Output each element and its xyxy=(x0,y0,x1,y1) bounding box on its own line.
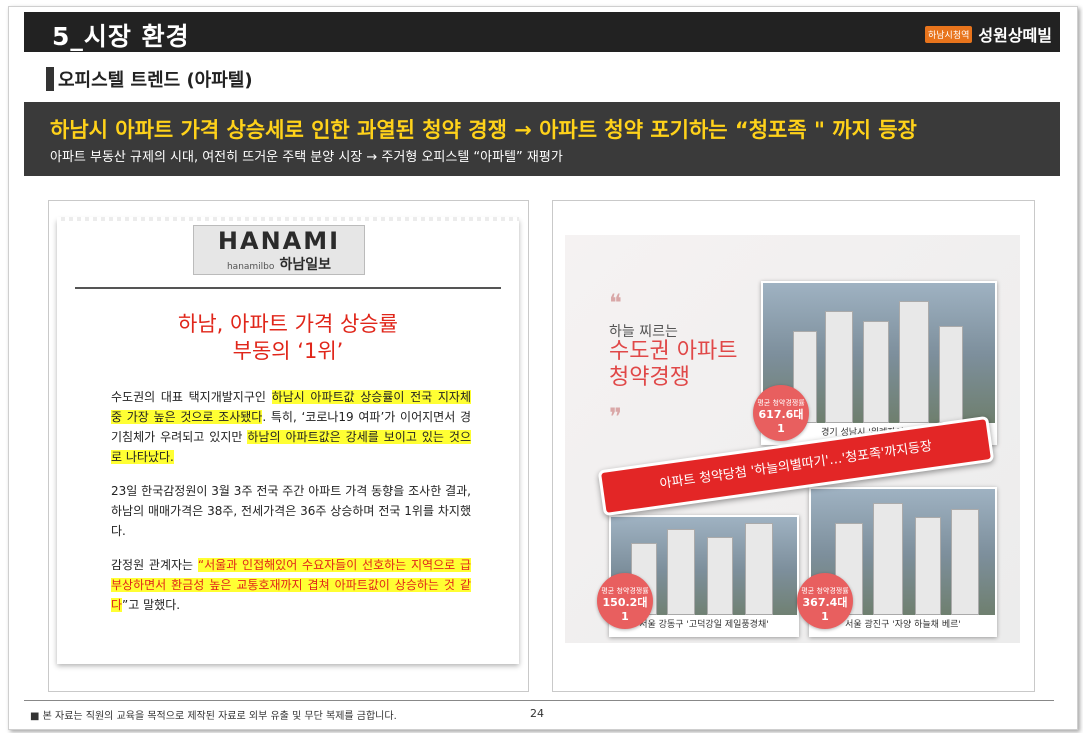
rate-badge-1: 평균 청약경쟁률 617.6대 1 xyxy=(753,385,809,441)
close-quote-icon: ❞ xyxy=(609,403,622,431)
badge-value-3: 367.4대 1 xyxy=(802,596,848,623)
article-paragraph-2: 23일 한국감정원이 3월 3주 전국 주간 아파트 가격 동향을 조사한 결과… xyxy=(111,484,471,538)
title-bar: 5_시장 환경 하남시청역 성원상떼빌 xyxy=(24,12,1060,52)
page-title: 5_시장 환경 xyxy=(52,22,190,51)
p1-text-a: 수도권의 대표 택지개발지구인 xyxy=(111,390,272,404)
divider xyxy=(75,287,501,289)
headline-banner: 하남시 아파트 가격 상승세로 인한 과열된 청약 경쟁 → 아파트 청약 포기… xyxy=(24,102,1060,176)
p3-text-a: 감정원 관계자는 xyxy=(111,558,198,572)
banner-headline: 하남시 아파트 가격 상승세로 인한 과열된 청약 경쟁 → 아파트 청약 포기… xyxy=(50,118,917,142)
rate-badge-2: 평균 청약경쟁률 150.2대 1 xyxy=(597,573,653,629)
brand-name: 성원상떼빌 xyxy=(978,26,1052,45)
badge-label-3: 평균 청약경쟁률 xyxy=(801,587,849,595)
section-subtitle: 오피스텔 트렌드 (아파텔) xyxy=(46,66,253,92)
graphic-small-text: 하늘 찌르는 xyxy=(609,324,678,340)
open-quote-icon: ❝ xyxy=(609,289,622,317)
logo-small: hanamilbo xyxy=(226,262,275,272)
graphic-big-line1: 수도권 아파트 xyxy=(609,339,738,364)
badge-value-1: 617.6대 1 xyxy=(758,408,804,435)
article-paragraph-3: 감정원 관계자는 “서울과 인접해있어 수요자들이 선호하는 지역으로 급부상하… xyxy=(111,555,471,615)
subtitle-marker xyxy=(46,67,54,91)
graphic-big-text: 수도권 아파트 청약경쟁 xyxy=(609,339,737,391)
newspaper-logo: HANAMI hanamilbo 하남일보 xyxy=(193,225,365,275)
clipping-top-edge xyxy=(57,217,519,221)
rate-badge-3: 평균 청약경쟁률 367.4대 1 xyxy=(797,573,853,629)
article-panel: HANAMI hanamilbo 하남일보 하남, 아파트 가격 상승률 부동의… xyxy=(48,200,529,692)
article-paragraph-1: 수도권의 대표 택지개발지구인 하남시 아파트값 상승률이 전국 지자체 중 가… xyxy=(111,387,472,467)
banner-subline: 아파트 부동산 규제의 시대, 여전히 뜨거운 주택 분양 시장 → 주거형 오… xyxy=(50,150,563,165)
badge-value-2: 150.2대 1 xyxy=(602,596,648,623)
newspaper-clipping: HANAMI hanamilbo 하남일보 하남, 아파트 가격 상승률 부동의… xyxy=(57,217,519,664)
article-title-line1: 하남, 아파트 가격 상승률 xyxy=(178,312,398,336)
logo-korean: 하남일보 xyxy=(279,257,332,273)
footer-notice: ■ 본 자료는 직원의 교육을 목적으로 제작된 자료로 외부 유출 및 무단 … xyxy=(30,711,397,722)
photo-panel: ❝ 하늘 찌르는 수도권 아파트 청약경쟁 ❞ 경기 성남시 '위례자이 더 시… xyxy=(552,200,1035,692)
news-graphic: ❝ 하늘 찌르는 수도권 아파트 청약경쟁 ❞ 경기 성남시 '위례자이 더 시… xyxy=(565,235,1020,643)
subtitle-text: 오피스텔 트렌드 (아파텔) xyxy=(58,70,253,91)
badge-label-1: 평균 청약경쟁률 xyxy=(757,399,805,407)
brand-tag: 하남시청역 xyxy=(924,25,973,43)
article-title: 하남, 아파트 가격 상승률 부동의 ‘1위’ xyxy=(57,311,519,365)
p3-text-b: ”고 말했다. xyxy=(122,598,181,612)
brand: 하남시청역 성원상떼빌 xyxy=(924,22,1052,46)
graphic-big-line2: 청약경쟁 xyxy=(609,365,690,390)
page-number: 24 xyxy=(530,707,544,720)
article-title-line2: 부동의 ‘1위’ xyxy=(232,339,344,363)
article-body: 수도권의 대표 택지개발지구인 하남시 아파트값 상승률이 전국 지자체 중 가… xyxy=(111,387,472,629)
logo-main: HANAMI xyxy=(217,227,341,255)
footer-divider xyxy=(24,700,1054,701)
badge-label-2: 평균 청약경쟁률 xyxy=(601,587,649,595)
